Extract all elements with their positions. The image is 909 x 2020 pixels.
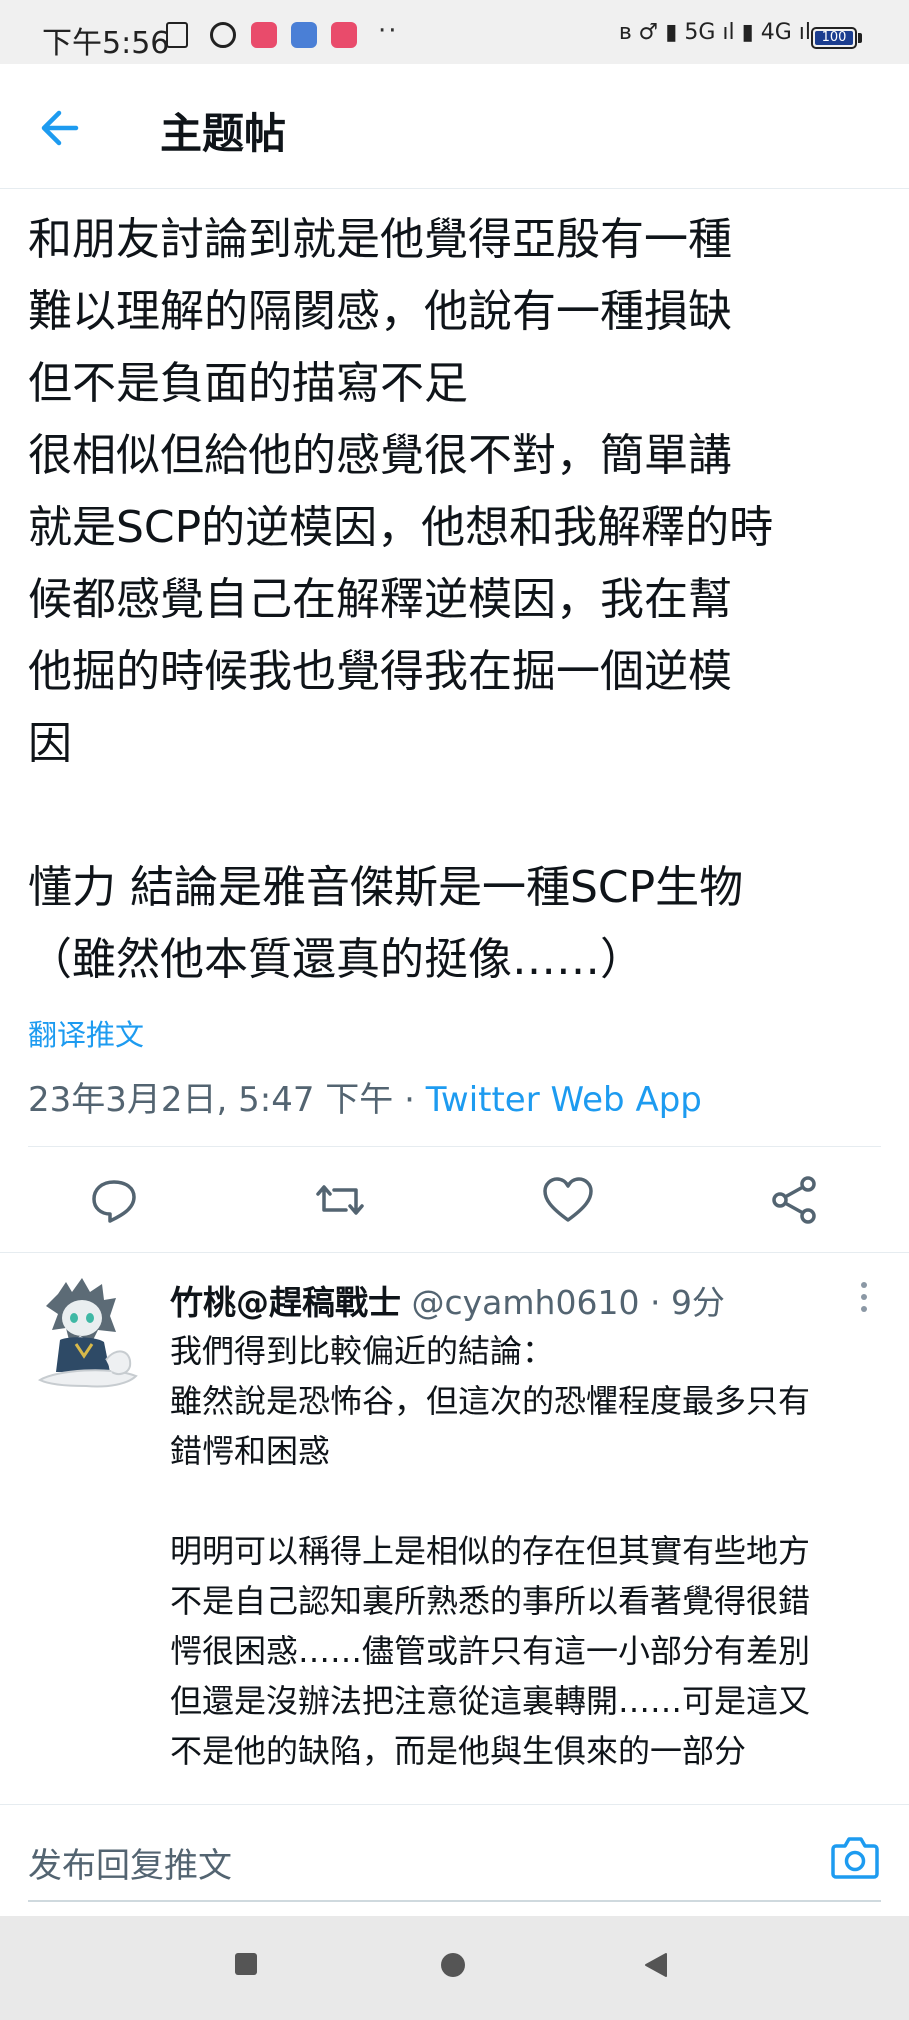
like-button[interactable] [538, 1170, 598, 1230]
like-icon [543, 1177, 593, 1222]
app-notification-icon [251, 22, 277, 48]
circle-icon [441, 1953, 465, 1977]
recents-button[interactable] [234, 1952, 258, 1980]
tweet-source-link[interactable]: Twitter Web App [426, 1080, 702, 1120]
retweet-button[interactable] [310, 1170, 370, 1230]
status-bar: 下午5:56 ·· ʙ ♂ ▮ 5G ıl ▮ 4G ıl 100 [0, 0, 909, 64]
reply-text: 我們得到比較偏近的結論： 雖然說是恐怖谷，但這次的恐懼程度最多只有 錯愕和困惑 … [170, 1332, 811, 1770]
reply-author-name[interactable]: 竹桃@趕稿戰士 [170, 1283, 401, 1322]
alarm-icon [210, 22, 236, 48]
reply-button[interactable] [84, 1170, 144, 1230]
app-notification-icon [291, 22, 317, 48]
translate-tweet-link[interactable]: 翻译推文 [28, 1012, 144, 1054]
page-title: 主题帖 [160, 109, 287, 158]
avatar[interactable] [36, 1276, 140, 1392]
back-button[interactable] [30, 98, 94, 158]
battery-tip [858, 33, 862, 43]
triangle-back-icon [645, 1953, 667, 1977]
input-underline [28, 1900, 881, 1902]
back-arrow-icon [41, 110, 79, 146]
more-notifications-icon: ·· [378, 16, 399, 46]
battery-level: 100 [815, 31, 853, 45]
divider [0, 1252, 909, 1253]
camera-icon [831, 1837, 879, 1879]
more-vertical-icon [861, 1282, 867, 1312]
retweet-icon [316, 1185, 364, 1215]
reply-author-handle[interactable]: @cyamh0610 [412, 1283, 640, 1322]
app-notification-icon [331, 22, 357, 48]
top-app-bar: 主题帖 [0, 64, 909, 189]
meta-separator: · [639, 1283, 671, 1322]
share-icon [772, 1176, 816, 1224]
system-nav-bar [0, 1916, 909, 2020]
signal-icons: ʙ ♂ ▮ 5G ıl ▮ 4G ıl [618, 20, 811, 45]
home-button[interactable] [440, 1952, 466, 1982]
divider [28, 1146, 881, 1147]
camera-button[interactable] [830, 1834, 880, 1880]
share-button[interactable] [764, 1170, 824, 1230]
tweet-text: 和朋友討論到就是他覺得亞殷有一種 難以理解的隔閡感，他說有一種損缺 但不是負面的… [28, 214, 774, 985]
square-icon [235, 1953, 257, 1975]
vibrate-icon [166, 22, 188, 48]
battery-icon: 100 [811, 27, 857, 49]
status-time: 下午5:56 [42, 26, 170, 61]
tweet-meta: 23年3月2日, 5:47 下午 · Twitter Web App [28, 1072, 702, 1121]
reply-input[interactable]: 发布回复推文 [28, 1838, 232, 1887]
back-nav-button[interactable] [644, 1952, 668, 1982]
tweet-timestamp[interactable]: 23年3月2日, 5:47 下午 [28, 1080, 393, 1120]
reply-header: 竹桃@趕稿戰士 @cyamh0610 · 9分 [170, 1276, 725, 1324]
avatar-illustration [37, 1278, 138, 1388]
reply-icon [92, 1180, 136, 1223]
divider [0, 1804, 909, 1805]
more-options-button[interactable] [856, 1280, 872, 1314]
reply-timestamp[interactable]: 9分 [671, 1283, 725, 1322]
meta-separator: · [393, 1080, 426, 1120]
